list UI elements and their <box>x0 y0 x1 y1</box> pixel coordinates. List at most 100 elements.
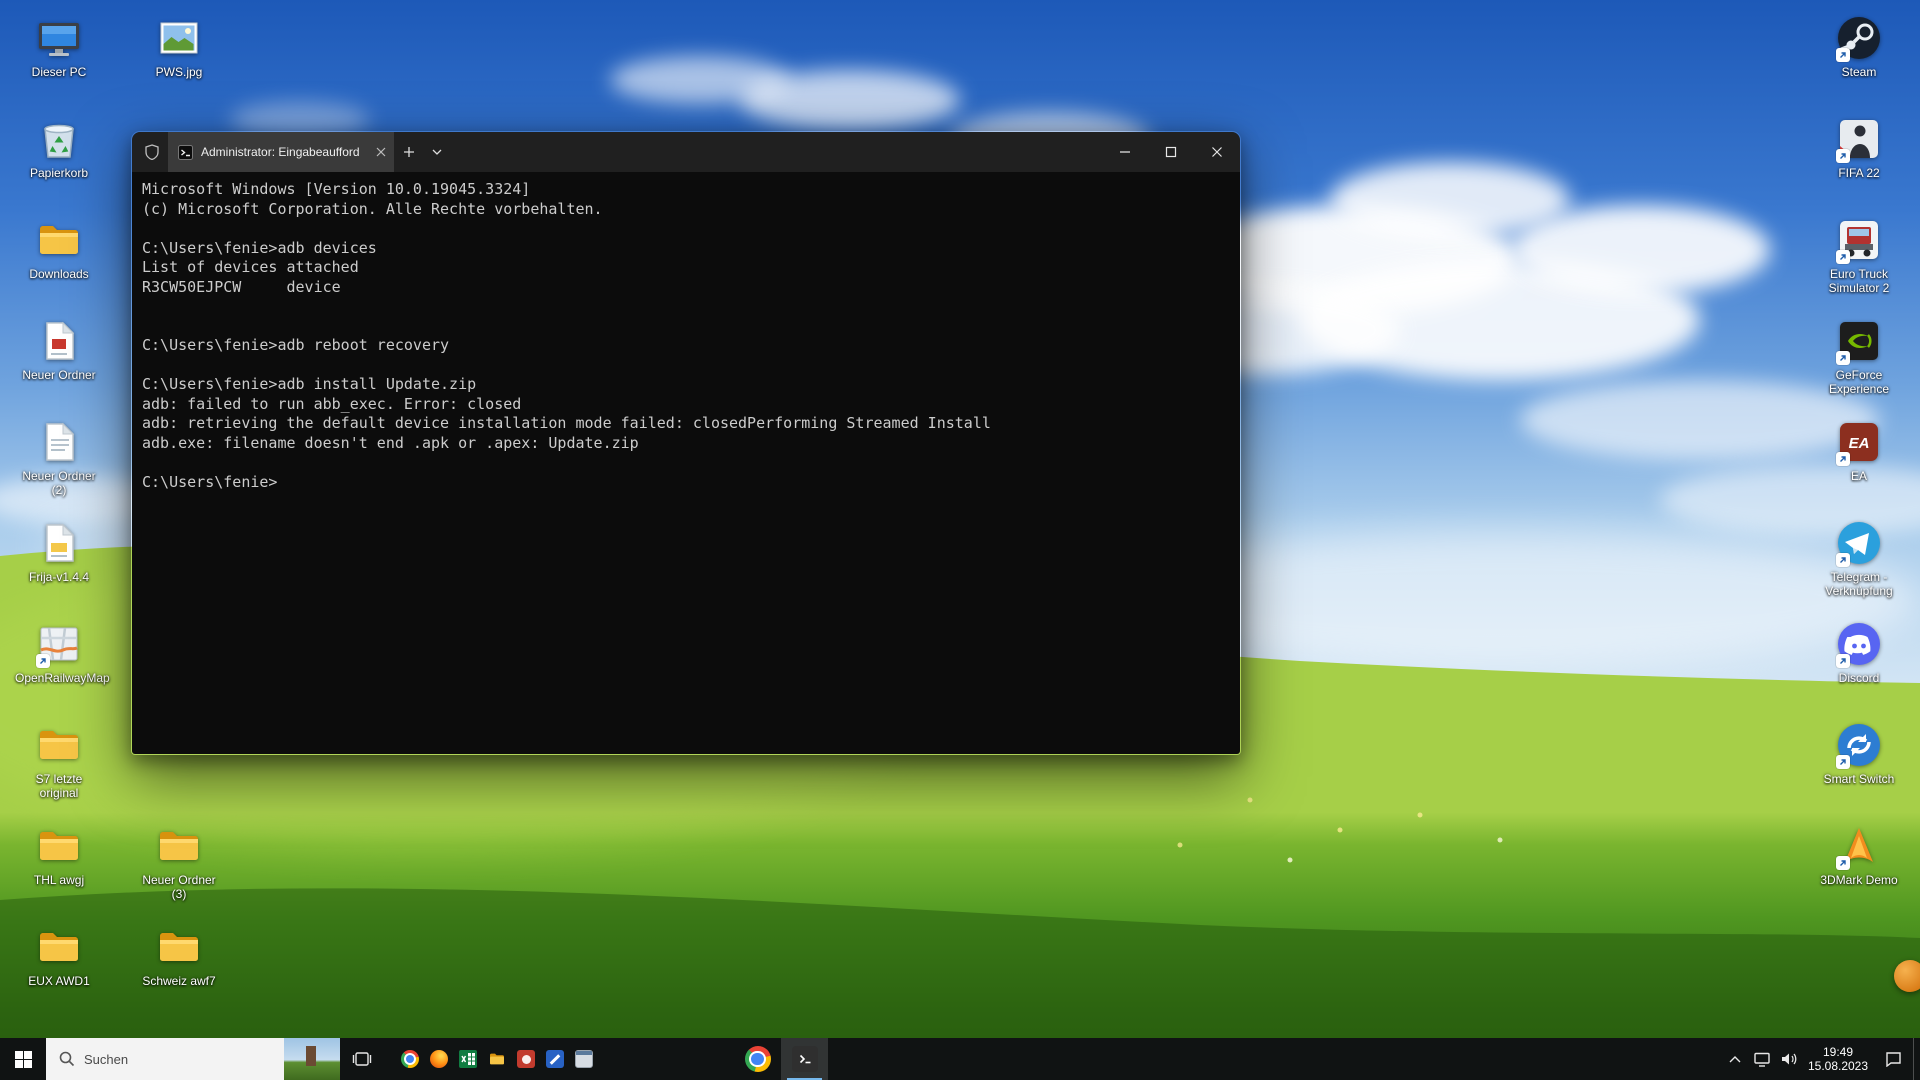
folder-icon <box>35 216 83 264</box>
shortcut-arrow-icon <box>1836 856 1850 870</box>
close-button[interactable] <box>1194 132 1240 172</box>
shortcut-arrow-icon <box>1836 654 1850 668</box>
quick-launch-red-app[interactable] <box>514 1038 538 1080</box>
quick-launch-explorer[interactable] <box>485 1038 509 1080</box>
shortcut-arrow-icon <box>1836 351 1850 365</box>
desktop-icon-label: Neuer Ordner (3) <box>135 873 223 901</box>
terminal-line: List of devices attached <box>142 258 1230 278</box>
desktop-icon-label: Telegram - Verknüpfung <box>1815 570 1903 598</box>
desktop-icon-smart-switch[interactable]: Smart Switch <box>1814 721 1904 786</box>
network-tray-button[interactable] <box>1749 1038 1775 1080</box>
desktop-icon-eux-awd1[interactable]: EUX AWD1 <box>14 923 104 988</box>
quick-launch-blue-app[interactable] <box>543 1038 567 1080</box>
tab-dropdown-button[interactable] <box>424 132 450 172</box>
terminal-line: Microsoft Windows [Version 10.0.19045.33… <box>142 180 1230 200</box>
terminal-window: Administrator: Eingabeaufford Microsoft … <box>131 131 1241 755</box>
terminal-content[interactable]: Microsoft Windows [Version 10.0.19045.33… <box>132 172 1240 754</box>
quick-launch-chrome[interactable] <box>398 1038 422 1080</box>
terminal-line: adb: failed to run abb_exec. Error: clos… <box>142 395 1230 415</box>
steam-icon <box>1835 14 1883 62</box>
desktop-icon-discord[interactable]: Discord <box>1814 620 1904 685</box>
shortcut-arrow-icon <box>1836 452 1850 466</box>
desktop-icon-geforce[interactable]: GeForce Experience <box>1814 317 1904 396</box>
hidden-icons-button[interactable] <box>1721 1038 1749 1080</box>
folder-icon <box>35 923 83 971</box>
taskbar-clock[interactable]: 19:49 15.08.2023 <box>1803 1038 1873 1080</box>
admin-shield-icon <box>145 144 159 160</box>
terminal-tab[interactable]: Administrator: Eingabeaufford <box>168 132 394 172</box>
desktop-icon-label: S7 letzte original <box>15 772 103 800</box>
floating-overlay-bubble[interactable] <box>1894 960 1920 992</box>
show-desktop-button[interactable] <box>1913 1038 1920 1080</box>
terminal-line <box>142 356 1230 376</box>
desktop-icon-label: Steam <box>1842 65 1877 79</box>
truck-simulator-icon <box>1835 216 1883 264</box>
desktop-icon-ea[interactable]: EA EA <box>1814 418 1904 483</box>
system-tray: 19:49 15.08.2023 <box>1721 1038 1920 1080</box>
action-center-button[interactable] <box>1873 1038 1913 1080</box>
search-highlight-image[interactable] <box>284 1038 340 1080</box>
desktop-icon-label: Dieser PC <box>32 65 87 79</box>
desktop-icon-neuer-ordner-3[interactable]: Neuer Ordner (3) <box>134 822 224 901</box>
minimize-button[interactable] <box>1102 132 1148 172</box>
fifa22-icon <box>1835 115 1883 163</box>
desktop-icon-label: PWS.jpg <box>156 65 203 79</box>
desktop-icon-steam[interactable]: Steam <box>1814 14 1904 79</box>
terminal-line <box>142 297 1230 317</box>
terminal-icon <box>792 1046 818 1072</box>
recycle-bin-icon <box>35 115 83 163</box>
desktop-icon-dieser-pc[interactable]: Dieser PC <box>14 14 104 79</box>
maximize-button[interactable] <box>1148 132 1194 172</box>
terminal-line: C:\Users\fenie> <box>142 473 1230 493</box>
tab-close-button[interactable] <box>376 147 386 157</box>
desktop-icon-pws-jpg[interactable]: PWS.jpg <box>134 14 224 79</box>
shortcut-arrow-icon <box>36 654 50 668</box>
desktop-icon-papierkorb[interactable]: Papierkorb <box>14 115 104 180</box>
desktop-icon-ets2[interactable]: Euro Truck Simulator 2 <box>1814 216 1904 295</box>
file-icon <box>35 418 83 466</box>
desktop-icon-label: FIFA 22 <box>1838 166 1879 180</box>
red-app-icon <box>517 1050 535 1068</box>
desktop-icon-label: Frija-v1.4.4 <box>29 570 89 584</box>
desktop-icon-s7-letzte-original[interactable]: S7 letzte original <box>14 721 104 800</box>
folder-icon <box>155 822 203 870</box>
desktop-icon-thl-awgj[interactable]: THL awgj <box>14 822 104 887</box>
desktop-icon-neuer-ordner-2[interactable]: Neuer Ordner (2) <box>14 418 104 497</box>
quick-launch-bar <box>398 1038 596 1080</box>
folder-icon <box>35 822 83 870</box>
quick-launch-firefox[interactable] <box>427 1038 451 1080</box>
terminal-titlebar[interactable]: Administrator: Eingabeaufford <box>132 132 1240 172</box>
terminal-line: (c) Microsoft Corporation. Alle Rechte v… <box>142 200 1230 220</box>
terminal-line: adb: retrieving the default device insta… <box>142 414 1230 434</box>
quick-launch-gray-app[interactable] <box>572 1038 596 1080</box>
terminal-line: R3CW50EJPCW device <box>142 278 1230 298</box>
network-icon <box>1753 1052 1771 1067</box>
desktop-icon-label: OpenRailwayMap <box>15 671 103 685</box>
desktop-icon-telegram[interactable]: Telegram - Verknüpfung <box>1814 519 1904 598</box>
desktop-icon-downloads[interactable]: Downloads <box>14 216 104 281</box>
desktop-icon-schweiz-awf7[interactable]: Schweiz awf7 <box>134 923 224 988</box>
desktop-icon-neuer-ordner[interactable]: Neuer Ordner <box>14 317 104 382</box>
taskbar-terminal-button[interactable] <box>781 1038 828 1080</box>
svg-text:EA: EA <box>1849 435 1870 452</box>
archive-file-icon <box>35 519 83 567</box>
task-view-button[interactable] <box>340 1038 384 1080</box>
start-button[interactable] <box>0 1038 46 1080</box>
gray-window-icon <box>575 1050 593 1068</box>
quick-launch-excel[interactable] <box>456 1038 480 1080</box>
taskbar-search[interactable]: Suchen <box>46 1038 340 1080</box>
folder-icon <box>35 721 83 769</box>
desktop-icon-fifa22[interactable]: FIFA 22 <box>1814 115 1904 180</box>
terminal-line <box>142 317 1230 337</box>
excel-icon <box>459 1050 477 1068</box>
new-tab-button[interactable] <box>394 132 424 172</box>
desktop-icon-label: EA <box>1851 469 1867 483</box>
volume-tray-button[interactable] <box>1775 1038 1803 1080</box>
desktop-icon-openrailwaymap[interactable]: OpenRailwayMap <box>14 620 104 685</box>
firefox-icon <box>430 1050 448 1068</box>
taskbar-chrome-button[interactable] <box>734 1038 781 1080</box>
desktop-icon-frija[interactable]: Frija-v1.4.4 <box>14 519 104 584</box>
shortcut-arrow-icon <box>1836 553 1850 567</box>
desktop-icon-label: Smart Switch <box>1824 772 1895 786</box>
desktop-icon-3dmark[interactable]: 3DMark Demo <box>1814 822 1904 887</box>
